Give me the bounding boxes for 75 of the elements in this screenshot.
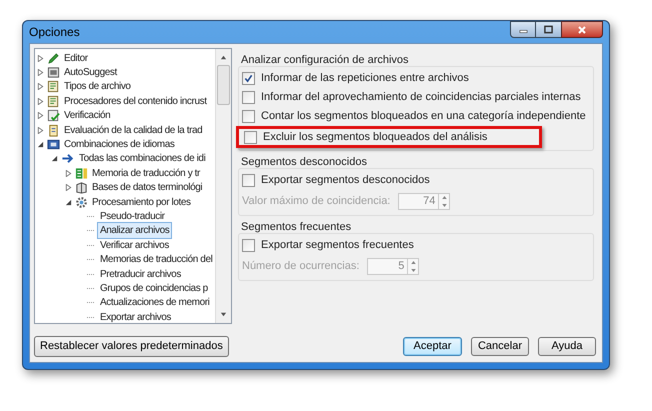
- spin-down-icon[interactable]: [442, 204, 447, 207]
- checkbox-label[interactable]: Exportar segmentos desconocidos: [261, 172, 430, 189]
- caret-icon[interactable]: [37, 69, 44, 76]
- checkbox[interactable]: [242, 239, 255, 252]
- reset-button[interactable]: Restablecer valores predeterminados: [34, 336, 229, 357]
- tree-item[interactable]: Todas las combinaciones de idi: [78, 151, 206, 166]
- checkbox[interactable]: [244, 130, 257, 144]
- checkbox-label[interactable]: Informar de las repeticiones entre archivos: [261, 70, 469, 87]
- tree-item[interactable]: Pseudo-traducir: [97, 208, 168, 225]
- flag-icon: [47, 138, 60, 152]
- clipboard-icon: [47, 124, 60, 137]
- scroll-down-icon[interactable]: [220, 311, 228, 318]
- checkbox-label[interactable]: Exportar segmentos frecuentes: [261, 237, 414, 254]
- arrow-icon: [61, 152, 75, 166]
- spin-down-icon[interactable]: [410, 268, 416, 272]
- spin-up-icon[interactable]: [442, 196, 447, 200]
- tree-item[interactable]: Memorias de traducción del: [97, 251, 216, 268]
- checkmark-icon: [244, 74, 253, 83]
- tree-item[interactable]: Combinaciones de idiomas: [63, 137, 176, 152]
- caret-icon[interactable]: [37, 54, 44, 62]
- checklist-icon: [47, 109, 60, 122]
- caret-icon[interactable]: [37, 126, 44, 134]
- scroll-thumb[interactable]: [217, 65, 230, 105]
- caret-icon[interactable]: [65, 198, 72, 206]
- tree-item[interactable]: Verificar archivos: [97, 236, 172, 254]
- window-title: Opciones: [29, 24, 80, 41]
- checkbox[interactable]: [242, 72, 255, 85]
- group-title: Segmentos desconocidos: [240, 155, 368, 168]
- dialog-button[interactable]: Aceptar: [403, 337, 462, 356]
- tree-item[interactable]: Tipos de archivo: [63, 79, 132, 94]
- caret-icon[interactable]: [37, 98, 44, 105]
- checkbox[interactable]: [242, 110, 255, 123]
- tree-item[interactable]: Verificación: [63, 108, 112, 124]
- caret-icon[interactable]: [65, 170, 72, 177]
- gear-icon: [75, 196, 88, 209]
- group-title: Analizar configuración de archivos: [240, 53, 410, 66]
- close-icon: [577, 24, 587, 34]
- caret-icon[interactable]: [37, 112, 44, 120]
- scroll-up-icon[interactable]: [220, 54, 228, 61]
- minimize-button[interactable]: [510, 21, 536, 38]
- tree-item[interactable]: Editor: [63, 50, 89, 66]
- tree-item[interactable]: Analizar archivos: [97, 222, 172, 240]
- scrollbar[interactable]: [215, 49, 231, 323]
- tree-item[interactable]: Actualizaciones de memori: [97, 294, 212, 312]
- checkbox-label[interactable]: Excluir los segmentos bloqueados del análisis: [263, 128, 488, 146]
- tree-item[interactable]: Memoria de traducción y tr: [91, 166, 201, 181]
- checkbox-label[interactable]: Contar los segmentos bloqueados en una categoría independiente: [261, 108, 586, 125]
- checkbox[interactable]: [242, 91, 255, 104]
- field-label: Número de ocurrencias:: [242, 259, 360, 274]
- dialog-button[interactable]: Ayuda: [538, 337, 596, 356]
- tree-item[interactable]: Procesadores del contenido incrust: [63, 94, 208, 109]
- caret-icon[interactable]: [37, 83, 44, 90]
- spin-up-icon[interactable]: [410, 261, 416, 264]
- pencil-icon: [47, 52, 60, 65]
- dialog-button[interactable]: Cancelar: [471, 337, 529, 356]
- database-icon: [75, 166, 88, 180]
- group-title: Segmentos frecuentes: [240, 220, 352, 233]
- tree-item[interactable]: Evaluación de la calidad de la trad: [63, 122, 204, 138]
- field-label: Valor máximo de coincidencia:: [242, 194, 390, 210]
- tree-item[interactable]: Procesamiento por lotes: [91, 194, 192, 210]
- caret-icon[interactable]: [37, 141, 44, 148]
- document-icon: [47, 80, 60, 94]
- caret-icon[interactable]: [65, 184, 72, 192]
- cube-icon: [75, 181, 88, 194]
- checkbox-label[interactable]: Informar del aprovechamiento de coincidencias parciales internas: [261, 89, 581, 106]
- close-button[interactable]: [561, 21, 603, 38]
- maximize-button[interactable]: [536, 21, 561, 38]
- document-icon: [47, 94, 60, 108]
- maximize-icon: [544, 25, 553, 34]
- caret-icon[interactable]: [51, 155, 58, 162]
- checkbox[interactable]: [242, 174, 255, 187]
- tree-item[interactable]: AutoSuggest: [63, 65, 118, 80]
- window-icon: [47, 66, 60, 80]
- tree-item[interactable]: Bases de datos terminológi: [91, 180, 204, 196]
- tree-item[interactable]: Exportar archivos: [97, 308, 174, 323]
